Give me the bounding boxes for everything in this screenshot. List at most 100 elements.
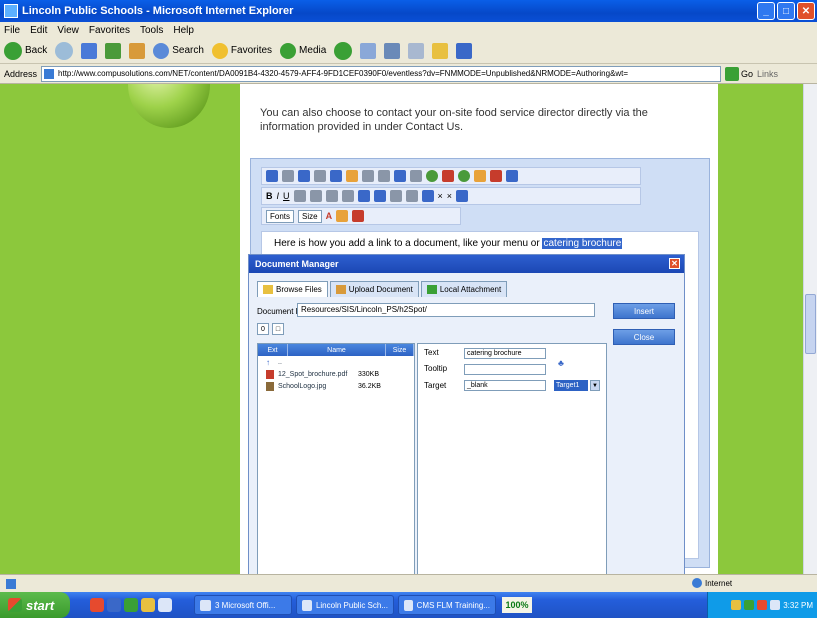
folder-icon[interactable] (432, 42, 449, 59)
maximize-button[interactable]: □ (777, 2, 795, 20)
favorites-button[interactable]: Favorites (211, 42, 272, 59)
table-icon[interactable] (410, 170, 422, 182)
indent-icon[interactable] (405, 190, 418, 202)
column-ext[interactable]: Ext (258, 344, 288, 356)
delete-icon[interactable]: □ (272, 323, 284, 335)
stop-icon[interactable] (81, 42, 98, 59)
tray-icon[interactable] (757, 600, 768, 610)
numbered-list-icon[interactable] (357, 190, 370, 202)
refresh-icon[interactable] (105, 42, 122, 59)
flash-icon[interactable] (458, 170, 470, 182)
task-training[interactable]: CMS FLM Training... (398, 595, 496, 615)
outdent-icon[interactable] (389, 190, 402, 202)
forward-button[interactable] (55, 41, 74, 60)
task-office[interactable]: 3 Microsoft Offi... (194, 595, 292, 615)
minimize-button[interactable]: _ (757, 2, 775, 20)
close-dialog-button[interactable]: Close (613, 329, 675, 345)
messenger-icon[interactable] (456, 42, 473, 59)
strikethrough-icon[interactable]: × (438, 191, 443, 201)
anchor-icon[interactable] (442, 170, 454, 182)
font-select[interactable]: Fonts (266, 209, 295, 223)
special-char-icon[interactable] (490, 170, 502, 182)
quicklaunch-icon[interactable] (124, 598, 138, 612)
help-icon[interactable] (506, 170, 518, 182)
tab-upload-document[interactable]: Upload Document (329, 281, 419, 297)
tray-icon[interactable] (744, 600, 755, 610)
links-button[interactable]: Links (757, 69, 778, 79)
security-zone: Internet (692, 578, 732, 588)
superscript-icon[interactable] (421, 190, 434, 202)
bold-icon[interactable]: B (266, 191, 273, 201)
chevron-down-icon[interactable]: ▼ (590, 380, 600, 391)
home-icon[interactable] (129, 42, 146, 59)
copy-icon[interactable] (330, 170, 342, 182)
print-icon[interactable] (384, 42, 401, 59)
target-input[interactable]: _blank (464, 380, 546, 391)
column-name[interactable]: Name (288, 344, 386, 356)
italic-icon[interactable]: I (277, 191, 280, 201)
media-insert-icon[interactable] (474, 170, 486, 182)
address-input[interactable]: http://www.compusolutions.com/NET/conten… (41, 65, 722, 82)
quicklaunch-icon[interactable] (90, 598, 104, 612)
back-button[interactable]: Back (4, 41, 47, 60)
tray-icon[interactable] (731, 600, 742, 610)
dialog-close-icon[interactable]: ✕ (669, 258, 680, 269)
align-left-icon[interactable] (293, 190, 306, 202)
list-item[interactable]: ↑ .. (258, 356, 414, 368)
close-button[interactable]: ✕ (797, 2, 815, 20)
highlight-icon[interactable] (336, 210, 349, 222)
quicklaunch-icon[interactable] (107, 598, 121, 612)
edit-icon[interactable] (408, 42, 425, 59)
rule-icon[interactable] (456, 190, 469, 202)
align-right-icon[interactable] (325, 190, 338, 202)
cut-icon[interactable] (314, 170, 326, 182)
start-button[interactable]: start (0, 592, 70, 618)
paste-icon[interactable] (346, 170, 358, 182)
column-size[interactable]: Size (386, 344, 414, 356)
search-button[interactable]: Search (153, 42, 204, 59)
quicklaunch-icon[interactable] (158, 598, 172, 612)
target-select[interactable]: Target1 (554, 380, 588, 391)
list-item[interactable]: 12_Spot_brochure.pdf 330KB (258, 368, 414, 380)
redo-icon[interactable] (378, 170, 390, 182)
menu-file[interactable]: File (4, 25, 20, 36)
size-select[interactable]: Size (298, 209, 322, 223)
tooltip-input[interactable] (464, 364, 546, 375)
image-icon[interactable] (394, 170, 406, 182)
task-ie[interactable]: Lincoln Public Sch... (296, 595, 394, 615)
menu-favorites[interactable]: Favorites (89, 25, 130, 36)
link-icon[interactable] (426, 170, 438, 182)
spell-icon[interactable] (298, 170, 310, 182)
menu-edit[interactable]: Edit (30, 25, 47, 36)
address-label: Address (4, 68, 38, 79)
text-input[interactable]: catering brochure (464, 348, 546, 359)
menu-tools[interactable]: Tools (140, 25, 163, 36)
zoom-indicator[interactable]: 100% (502, 597, 532, 613)
list-item[interactable]: SchoolLogo.jpg 36.2KB (258, 380, 414, 392)
menu-help[interactable]: Help (173, 25, 194, 36)
underline-icon[interactable]: U (283, 191, 290, 201)
undo-icon[interactable] (362, 170, 374, 182)
quicklaunch-icon[interactable] (141, 598, 155, 612)
tab-browse-files[interactable]: Browse Files (257, 281, 328, 297)
format-icon[interactable] (352, 210, 365, 222)
history-icon[interactable] (334, 41, 353, 60)
subscript-icon[interactable]: × (447, 191, 452, 201)
insert-button[interactable]: Insert (613, 303, 675, 319)
new-folder-icon[interactable]: 0 (257, 323, 269, 335)
folder-icon (263, 285, 273, 294)
font-color-icon[interactable]: A (326, 211, 333, 221)
tab-local-attachment[interactable]: Local Attachment (420, 281, 508, 297)
go-button[interactable]: Go (725, 66, 753, 81)
bullet-list-icon[interactable] (373, 190, 386, 202)
media-button[interactable]: Media (280, 42, 326, 59)
print-icon[interactable] (282, 170, 294, 182)
menu-view[interactable]: View (57, 25, 79, 36)
mail-icon[interactable] (360, 42, 377, 59)
document-file-input[interactable]: Resources/SIS/Lincoln_PS/h2Spot/ (297, 303, 595, 317)
justify-icon[interactable] (341, 190, 354, 202)
find-icon[interactable] (266, 170, 278, 182)
scrollbar-thumb[interactable] (805, 294, 816, 354)
tray-icon[interactable] (770, 600, 781, 610)
align-center-icon[interactable] (309, 190, 322, 202)
